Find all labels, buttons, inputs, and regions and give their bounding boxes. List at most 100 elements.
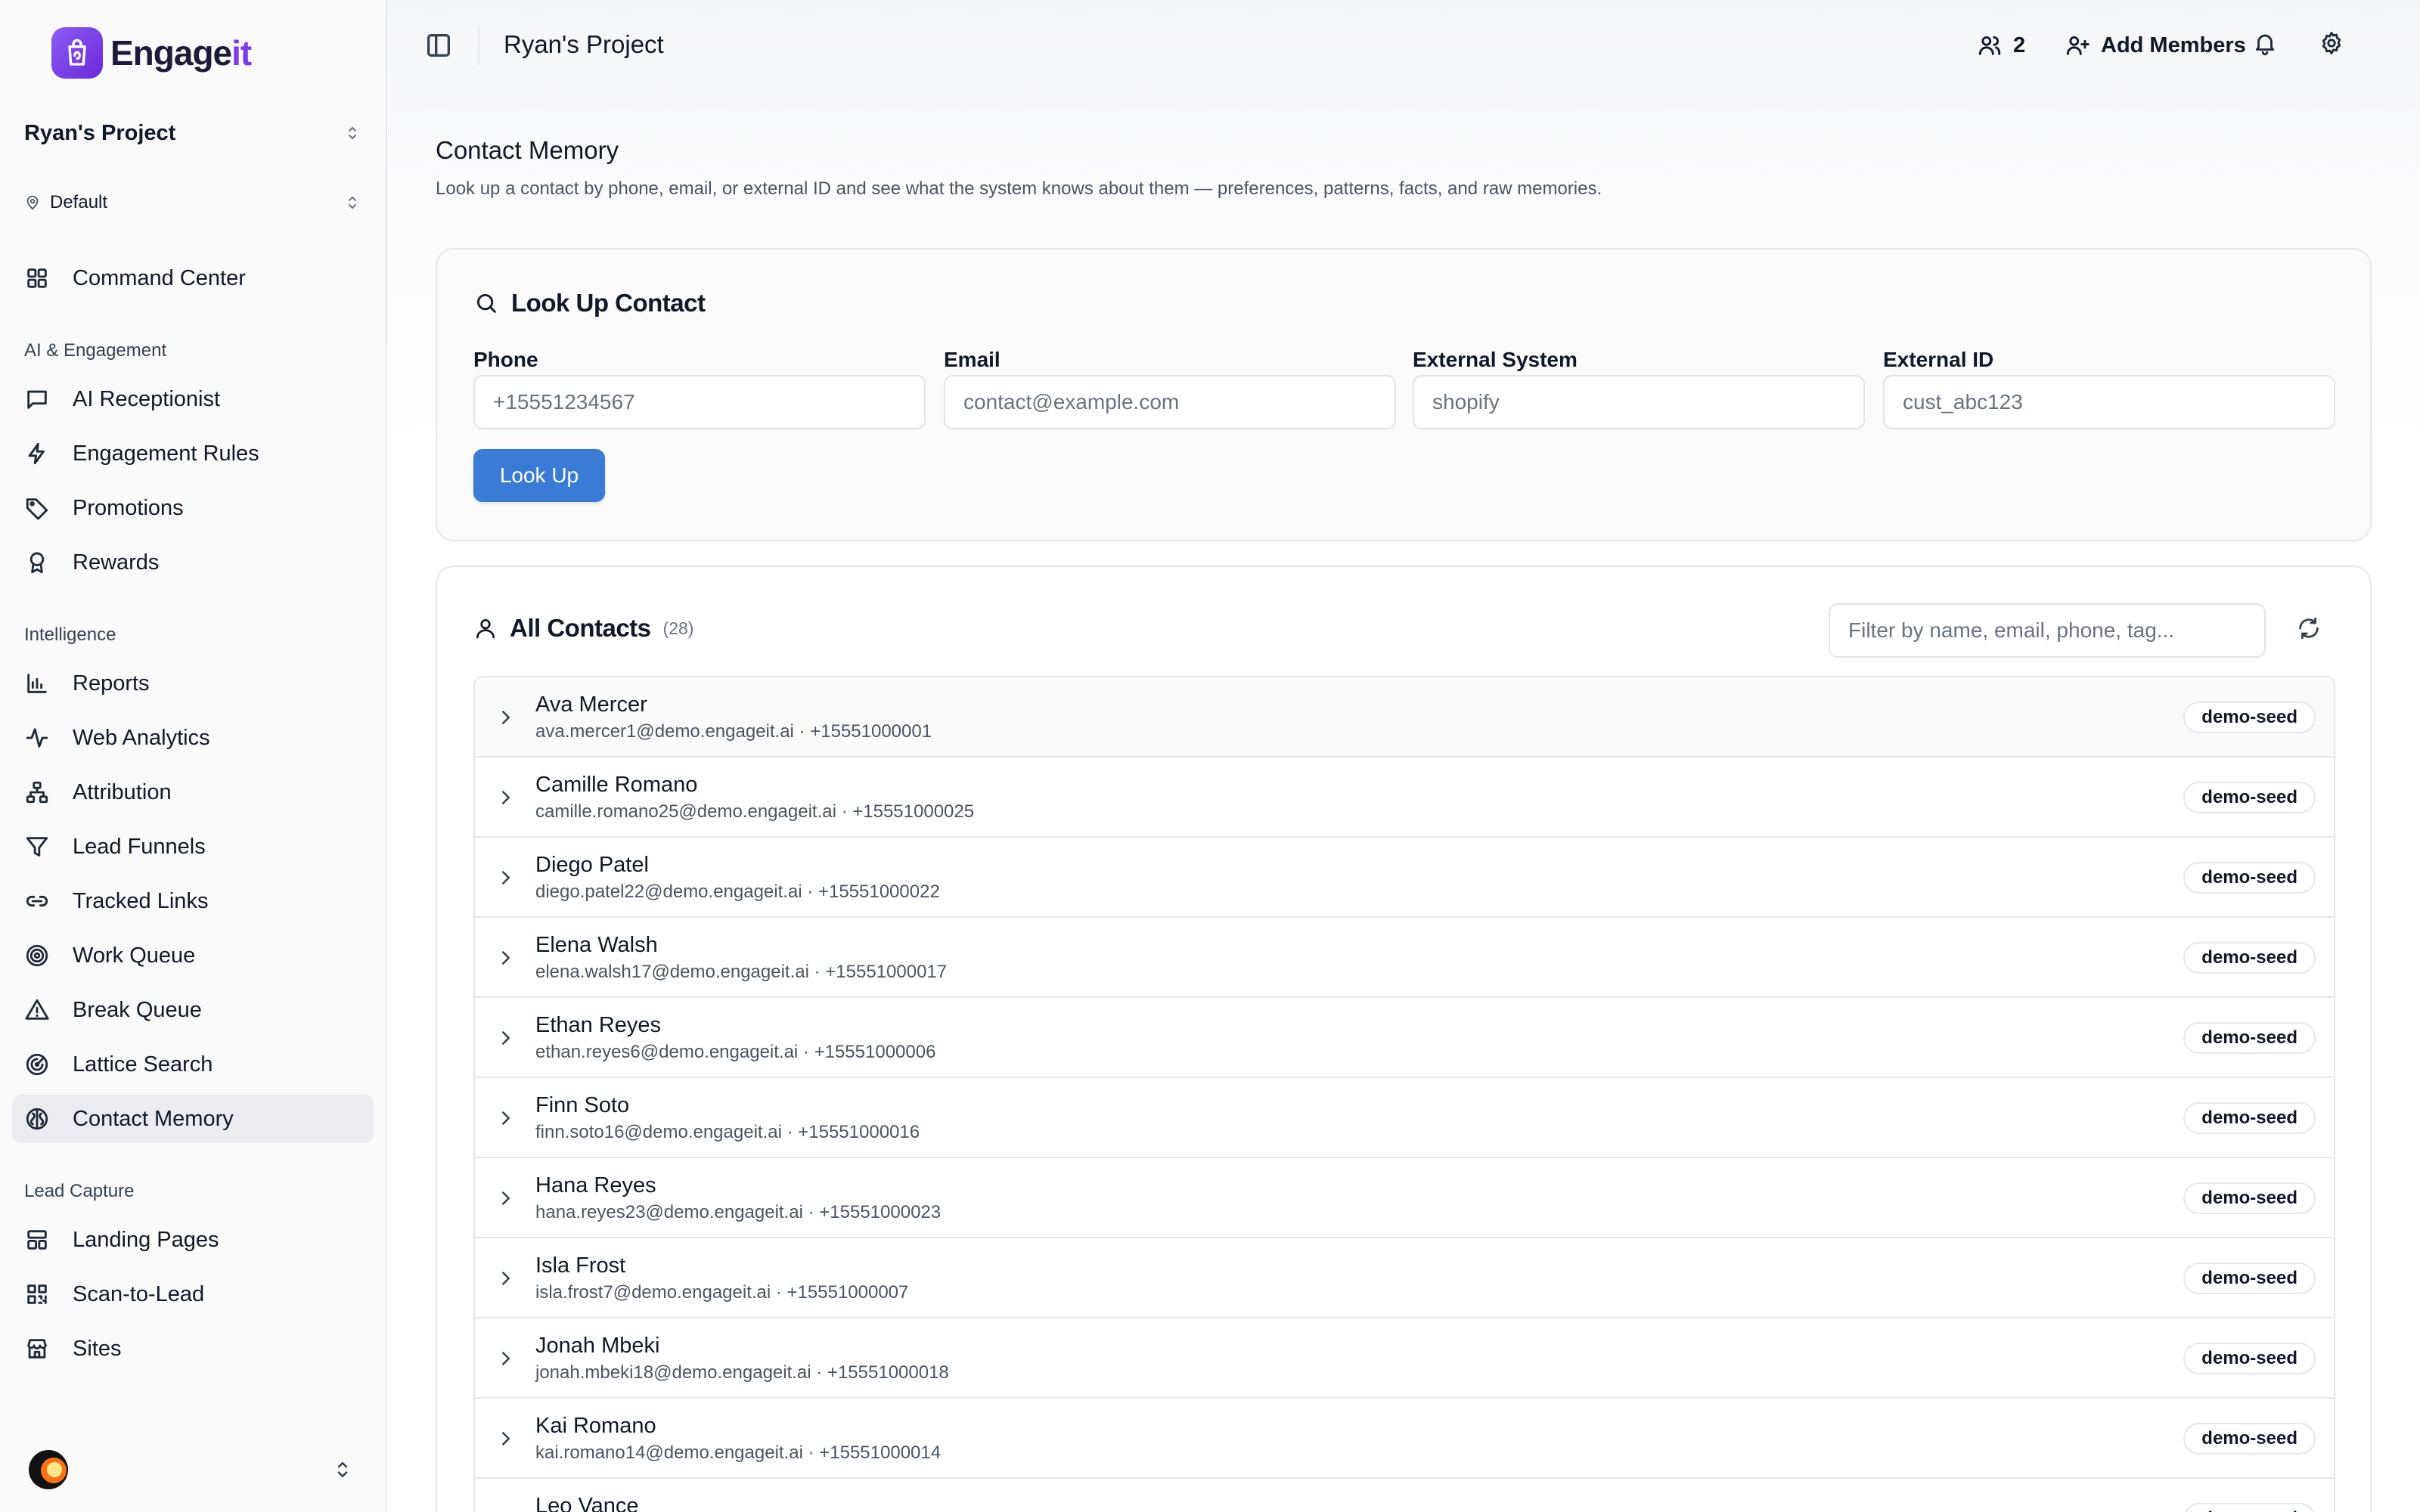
sidebar-item-rewards[interactable]: Rewards: [12, 538, 374, 587]
contact-tag-badge: demo-seed: [2183, 1102, 2316, 1134]
sidebar-item-label: AI Receptionist: [73, 386, 221, 411]
sidebar-item-command-center[interactable]: Command Center: [12, 254, 374, 302]
sidebar-item-ai-receptionist[interactable]: AI Receptionist: [12, 375, 374, 423]
award-icon: [29, 552, 45, 574]
contact-row[interactable]: Camille Romano camille.romano25@demo.enga…: [475, 758, 2334, 838]
contact-row[interactable]: Ethan Reyes ethan.reyes6@demo.engageit.ai…: [475, 998, 2334, 1078]
contact-details: ava.mercer1@demo.engageit.ai · +15551000…: [535, 721, 932, 742]
sidebar-item-attribution[interactable]: Attribution: [12, 768, 374, 816]
sidebar-toggle-button[interactable]: [424, 30, 454, 60]
phone-label: Phone: [473, 348, 538, 371]
contact-row[interactable]: Jonah Mbeki jonah.mbeki18@demo.engageit.a…: [475, 1318, 2334, 1399]
add-members-label: Add Members: [2101, 33, 2246, 57]
contact-row[interactable]: Leo Vance demo-seed: [475, 1479, 2334, 1512]
contact-name: Elena Walsh: [535, 933, 658, 957]
contact-name: Kai Romano: [535, 1414, 656, 1438]
bar-chart-icon: [27, 674, 47, 693]
contact-list: Ava Mercer ava.mercer1@demo.engageit.ai ·…: [473, 676, 2335, 1512]
contact-row[interactable]: Diego Patel diego.patel22@demo.engageit.a…: [475, 838, 2334, 918]
contact-row[interactable]: Hana Reyes hana.reyes23@demo.engageit.ai …: [475, 1158, 2334, 1238]
contact-details: kai.romano14@demo.engageit.ai · +1555100…: [535, 1442, 942, 1463]
contacts-card-header: All Contacts (28): [473, 614, 693, 643]
sidebar-item-label: Scan-to-Lead: [73, 1281, 205, 1306]
sidebar-item-label: Reports: [73, 671, 150, 696]
chevron-right-icon: [502, 791, 510, 804]
brand-logo[interactable]: Engageit: [51, 27, 252, 79]
sidebar-item-promotions[interactable]: Promotions: [12, 484, 374, 532]
members-button[interactable]: 2: [1977, 27, 2025, 64]
lookup-card-header: Look Up Contact: [473, 289, 706, 318]
chevron-right-icon: [502, 1191, 510, 1205]
contact-tag-badge: demo-seed: [2183, 862, 2316, 894]
sidebar-item-label: Web Analytics: [73, 725, 210, 750]
contact-row[interactable]: Finn Soto finn.soto16@demo.engageit.ai · …: [475, 1078, 2334, 1158]
contact-details: elena.walsh17@demo.engageit.ai · +155510…: [535, 962, 948, 982]
contacts-filter-input[interactable]: [1829, 603, 2266, 658]
chevron-right-icon: [502, 1272, 510, 1285]
panel-left-icon: [427, 34, 450, 57]
network-icon: [26, 781, 48, 804]
chevron-right-icon: [502, 871, 510, 885]
sidebar-section-ai-engagement: AI & Engagement: [24, 340, 167, 361]
external-id-input[interactable]: [1883, 375, 2335, 429]
sidebar-item-break-queue[interactable]: Break Queue: [12, 986, 374, 1034]
phone-input[interactable]: [473, 375, 926, 429]
chevron-right-icon: [502, 1432, 510, 1445]
sidebar-item-sites[interactable]: Sites: [12, 1325, 374, 1373]
contact-row[interactable]: Elena Walsh elena.walsh17@demo.engageit.a…: [475, 918, 2334, 998]
contact-row[interactable]: Kai Romano kai.romano14@demo.engageit.ai …: [475, 1399, 2334, 1479]
filter-icon: [26, 837, 48, 857]
top-bar: Ryan's Project 2 Add Members: [387, 0, 2420, 91]
sidebar-item-label: Lead Funnels: [73, 834, 206, 859]
shopping-bag-logo-icon: [51, 27, 103, 79]
email-input[interactable]: [944, 375, 1396, 429]
project-switcher[interactable]: Ryan's Project: [24, 116, 361, 150]
contact-tag-badge: demo-seed: [2183, 1423, 2316, 1455]
chevron-right-icon: [495, 1507, 517, 1512]
sidebar-item-lead-funnels[interactable]: Lead Funnels: [12, 823, 374, 871]
refresh-button[interactable]: [2296, 615, 2322, 641]
contact-name: Finn Soto: [535, 1093, 630, 1117]
contact-row[interactable]: Ava Mercer ava.mercer1@demo.engageit.ai ·…: [475, 677, 2334, 758]
sidebar-item-label: Tracked Links: [73, 888, 209, 913]
sidebar-item-label: Rewards: [73, 550, 160, 575]
notifications-button[interactable]: [2252, 30, 2278, 56]
settings-button[interactable]: [2319, 30, 2344, 56]
sidebar-item-label: Command Center: [73, 265, 246, 290]
sidebar-item-tracked-links[interactable]: Tracked Links: [12, 877, 374, 925]
store-icon: [27, 1339, 47, 1359]
chevron-right-icon: [502, 711, 510, 724]
map-pin-icon: [26, 195, 39, 210]
brain-icon: [26, 1108, 48, 1130]
header-project-title: Ryan's Project: [504, 30, 664, 58]
contact-name: Hana Reyes: [535, 1173, 656, 1198]
email-field-group: Email: [944, 348, 1396, 429]
external-system-input[interactable]: [1413, 375, 1865, 429]
contacts-card-title: All Contacts: [510, 614, 651, 642]
message-square-icon: [27, 390, 47, 409]
page-title: Contact Memory: [436, 136, 619, 164]
sidebar-item-scan-to-lead[interactable]: Scan-to-Lead: [12, 1270, 374, 1318]
add-members-button[interactable]: Add Members: [2065, 27, 2246, 64]
sidebar-item-lattice-search[interactable]: Lattice Search: [12, 1040, 374, 1089]
users-icon: [1978, 36, 2001, 55]
user-menu[interactable]: [29, 1448, 354, 1491]
email-label: Email: [944, 348, 1001, 371]
environment-switcher-label: Default: [50, 192, 108, 212]
target-icon: [26, 944, 48, 967]
contact-tag-badge: demo-seed: [2183, 1182, 2316, 1214]
activity-icon: [26, 728, 48, 748]
sidebar-item-label: Sites: [73, 1336, 122, 1361]
contact-tag-badge: demo-seed: [2183, 1022, 2316, 1054]
contact-row[interactable]: Isla Frost isla.frost7@demo.engageit.ai ·…: [475, 1238, 2334, 1318]
sidebar-item-web-analytics[interactable]: Web Analytics: [12, 714, 374, 762]
look-up-button[interactable]: Look Up: [473, 449, 605, 502]
sidebar-item-landing-pages[interactable]: Landing Pages: [12, 1216, 374, 1264]
sidebar-item-label: Break Queue: [73, 997, 202, 1022]
sidebar-item-label: Contact Memory: [73, 1106, 234, 1131]
sidebar-item-engagement-rules[interactable]: Engagement Rules: [12, 429, 374, 478]
environment-switcher[interactable]: Default: [24, 187, 361, 218]
sidebar-item-contact-memory[interactable]: Contact Memory: [12, 1095, 374, 1143]
sidebar-item-reports[interactable]: Reports: [12, 659, 374, 708]
sidebar-item-work-queue[interactable]: Work Queue: [12, 931, 374, 980]
